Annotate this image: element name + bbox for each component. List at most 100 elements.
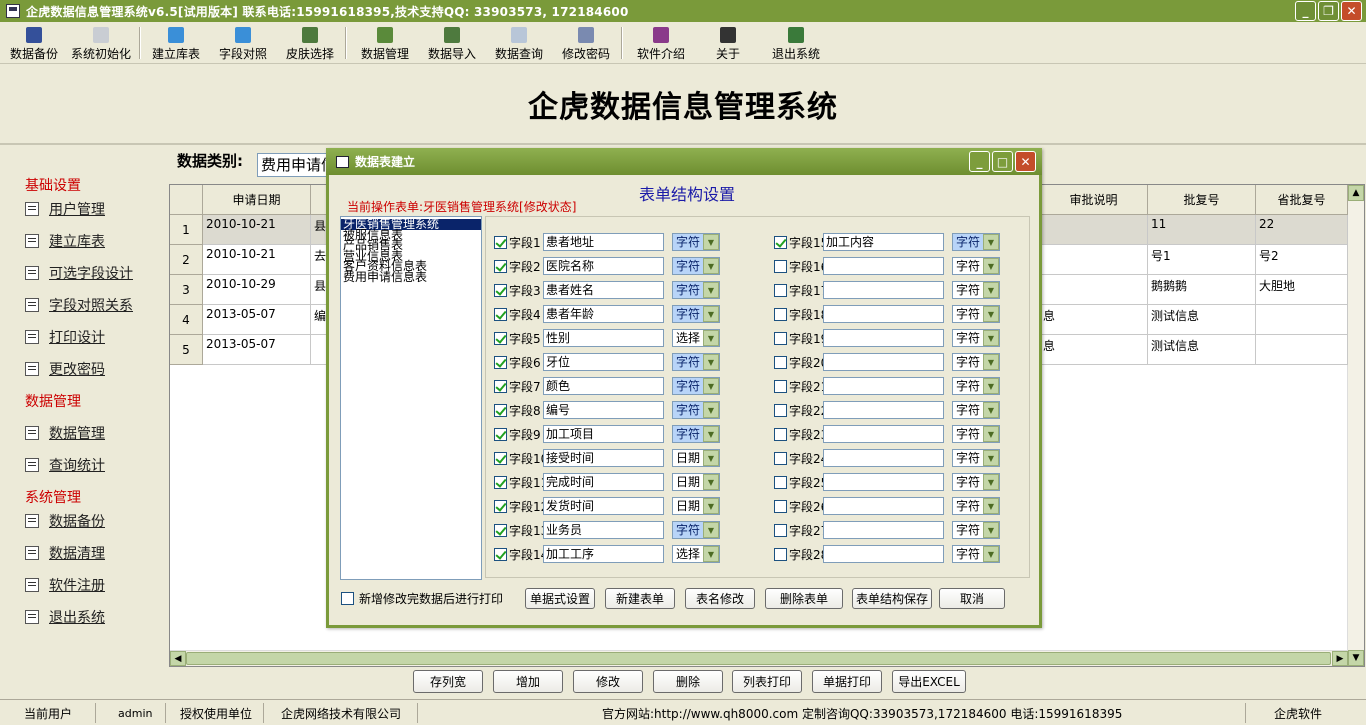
field-checkbox[interactable] [494, 331, 507, 345]
vertical-scrollbar[interactable]: ▲ ▼ [1347, 185, 1364, 666]
sidebar-item-7[interactable]: 数据管理 [25, 423, 105, 443]
table-cell[interactable]: 2010-10-21 [203, 215, 311, 245]
chevron-down-icon[interactable]: ▼ [703, 378, 719, 394]
table-cell[interactable] [1256, 305, 1348, 335]
column-header[interactable]: 申请日期 [203, 185, 311, 215]
field-type-select[interactable]: 日期 ▼ [672, 449, 720, 467]
chevron-down-icon[interactable]: ▼ [983, 546, 999, 562]
toolbar-button-6[interactable]: 数据管理 [357, 24, 413, 62]
chevron-down-icon[interactable]: ▼ [983, 474, 999, 490]
field-name-input[interactable] [823, 353, 944, 371]
chevron-down-icon[interactable]: ▼ [703, 258, 719, 274]
sidebar-item-12[interactable]: 退出系统 [25, 607, 105, 627]
field-checkbox[interactable] [774, 403, 787, 417]
chevron-down-icon[interactable]: ▼ [703, 402, 719, 418]
field-name-input[interactable] [823, 449, 944, 467]
field-checkbox[interactable] [774, 475, 787, 489]
toolbar-button-12[interactable]: 退出系统 [768, 24, 824, 62]
field-checkbox[interactable] [494, 235, 507, 249]
toolbar-button-5[interactable]: 皮肤选择 [282, 24, 338, 62]
toolbar-button-2[interactable]: 系统初始化 [68, 24, 134, 62]
field-name-input[interactable]: 医院名称 [543, 257, 664, 275]
chevron-down-icon[interactable]: ▼ [703, 498, 719, 514]
chevron-down-icon[interactable]: ▼ [983, 282, 999, 298]
sidebar-item-1[interactable]: 用户管理 [25, 199, 105, 219]
field-checkbox[interactable] [774, 427, 787, 441]
chevron-down-icon[interactable]: ▼ [983, 426, 999, 442]
table-list[interactable]: 牙医销售管理系统 被服信息表 产品销售表 营业信息表 客户资料信息表 费用申请信息表 [340, 216, 482, 580]
chevron-down-icon[interactable]: ▼ [703, 522, 719, 538]
field-type-select[interactable]: 日期 ▼ [672, 497, 720, 515]
field-name-input[interactable]: 业务员 [543, 521, 664, 539]
field-checkbox[interactable] [494, 499, 507, 513]
field-name-input[interactable]: 加工项目 [543, 425, 664, 443]
bottom-button-6[interactable]: 单据打印 [812, 670, 882, 693]
field-checkbox[interactable] [494, 475, 507, 489]
bottom-button-5[interactable]: 列表打印 [732, 670, 802, 693]
field-type-select[interactable]: 字符 ▼ [952, 401, 1000, 419]
field-type-select[interactable]: 字符 ▼ [952, 449, 1000, 467]
field-name-input[interactable]: 颜色 [543, 377, 664, 395]
table-cell[interactable]: 息 [1040, 335, 1148, 365]
field-checkbox[interactable] [774, 283, 787, 297]
toolbar-button-4[interactable]: 字段对照 [215, 24, 271, 62]
sidebar-item-3[interactable]: 可选字段设计 [25, 263, 133, 283]
dialog-button-5[interactable]: 表单结构保存 [852, 588, 932, 609]
field-type-select[interactable]: 字符 ▼ [952, 497, 1000, 515]
field-checkbox[interactable] [774, 547, 787, 561]
sidebar-item-9[interactable]: 数据备份 [25, 511, 105, 531]
field-type-select[interactable]: 字符 ▼ [672, 425, 720, 443]
field-type-select[interactable]: 字符 ▼ [952, 545, 1000, 563]
field-name-input[interactable] [823, 545, 944, 563]
sidebar-item-8[interactable]: 查询统计 [25, 455, 105, 475]
field-checkbox[interactable] [494, 403, 507, 417]
sidebar-item-4[interactable]: 字段对照关系 [25, 295, 133, 315]
table-cell[interactable]: 2013-05-07 [203, 335, 311, 365]
dialog-button-4[interactable]: 删除表单 [765, 588, 843, 609]
bottom-button-4[interactable]: 删除 [653, 670, 723, 693]
toolbar-button-8[interactable]: 数据查询 [491, 24, 547, 62]
scroll-down-icon[interactable]: ▼ [1348, 650, 1364, 666]
chevron-down-icon[interactable]: ▼ [703, 306, 719, 322]
field-name-input[interactable]: 性别 [543, 329, 664, 347]
bottom-button-3[interactable]: 修改 [573, 670, 643, 693]
table-list-item[interactable]: 费用申请信息表 [341, 271, 481, 282]
toolbar-button-3[interactable]: 建立库表 [148, 24, 204, 62]
field-checkbox[interactable] [774, 259, 787, 273]
row-number[interactable]: 4 [170, 305, 203, 335]
category-select[interactable]: 费用申请信息表 [257, 153, 337, 177]
chevron-down-icon[interactable]: ▼ [983, 306, 999, 322]
field-type-select[interactable]: 字符 ▼ [672, 401, 720, 419]
field-name-input[interactable]: 加工工序 [543, 545, 664, 563]
field-checkbox[interactable] [494, 547, 507, 561]
toolbar-button-11[interactable]: 关于 [700, 24, 756, 62]
field-name-input[interactable]: 发货时间 [543, 497, 664, 515]
bottom-button-7[interactable]: 导出EXCEL [892, 670, 966, 693]
field-checkbox[interactable] [494, 259, 507, 273]
chevron-down-icon[interactable]: ▼ [983, 450, 999, 466]
field-name-input[interactable] [823, 329, 944, 347]
column-header[interactable]: 批复号 [1148, 185, 1256, 215]
scroll-thumb[interactable] [186, 652, 1331, 665]
field-checkbox[interactable] [774, 523, 787, 537]
dialog-close-button[interactable]: ✕ [1015, 151, 1036, 172]
field-checkbox[interactable] [494, 427, 507, 441]
field-checkbox[interactable] [494, 451, 507, 465]
sidebar-item-10[interactable]: 数据清理 [25, 543, 105, 563]
table-cell[interactable]: 号1 [1148, 245, 1256, 275]
field-checkbox[interactable] [774, 331, 787, 345]
table-cell[interactable] [1256, 335, 1348, 365]
field-checkbox[interactable] [774, 355, 787, 369]
table-cell[interactable]: 测试信息 [1148, 305, 1256, 335]
dialog-maximize-button[interactable]: □ [992, 151, 1013, 172]
chevron-down-icon[interactable]: ▼ [703, 354, 719, 370]
print-option-checkbox[interactable] [341, 592, 354, 605]
column-header[interactable]: 审批说明 [1040, 185, 1148, 215]
field-name-input[interactable] [823, 401, 944, 419]
chevron-down-icon[interactable]: ▼ [703, 474, 719, 490]
table-cell[interactable] [1040, 245, 1148, 275]
chevron-down-icon[interactable]: ▼ [703, 282, 719, 298]
field-type-select[interactable]: 字符 ▼ [952, 521, 1000, 539]
field-type-select[interactable]: 字符 ▼ [952, 473, 1000, 491]
field-checkbox[interactable] [494, 523, 507, 537]
